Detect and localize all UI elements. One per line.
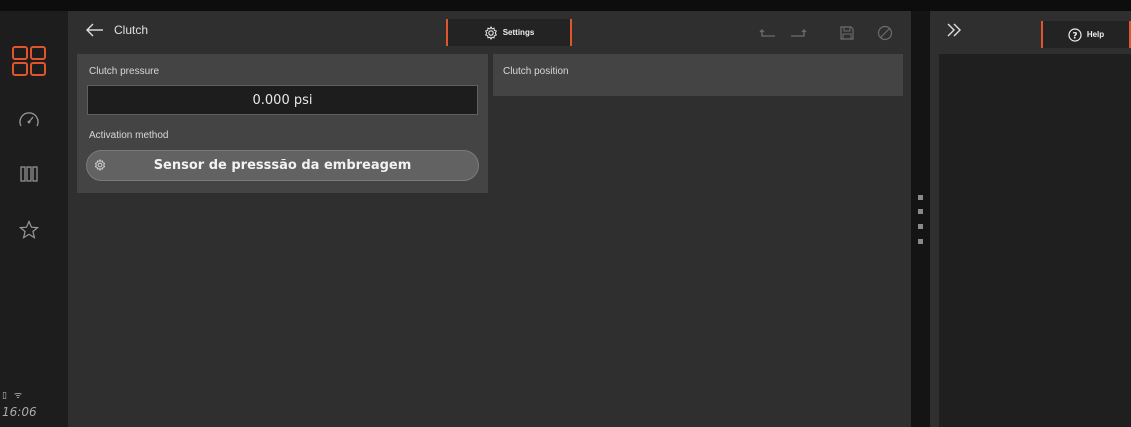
- svg-text:?: ?: [1072, 31, 1077, 41]
- gauge-icon: [19, 112, 39, 127]
- clutch-pressure-label: Clutch pressure: [89, 66, 160, 77]
- clutch-pressure-card: Clutch pressure 0.000 psi Activation met…: [77, 54, 488, 193]
- settings-label: Settings: [502, 28, 535, 37]
- save-icon: [840, 26, 854, 40]
- cancel-icon: [877, 25, 893, 41]
- clutch-pressure-value: 0.000 psi: [87, 85, 478, 115]
- back-button[interactable]: Clutch: [86, 23, 148, 37]
- help-content: [939, 54, 1131, 427]
- main-panel: Clutch Settings Clutch pressure 0.000 ps…: [68, 11, 911, 427]
- arrow-left-icon: [86, 23, 103, 37]
- activation-method-label: Activation method: [89, 130, 169, 141]
- home-tab-indicator: [55, 20, 68, 95]
- help-label: Help: [1086, 30, 1105, 39]
- cancel-button[interactable]: [874, 23, 896, 43]
- home-nav-button[interactable]: [0, 28, 58, 94]
- clutch-position-label: Clutch position: [503, 66, 569, 77]
- favorites-nav-button[interactable]: [0, 206, 58, 254]
- nav-rail: ▯ ᯤ 16:06: [0, 0, 68, 427]
- page-title: Clutch: [114, 23, 149, 37]
- clutch-position-card: Clutch position: [493, 54, 903, 96]
- battery-icon: ▯: [2, 391, 7, 401]
- collapse-panel-button[interactable]: [946, 23, 962, 42]
- status-area: ▯ ᯤ 16:06: [2, 388, 62, 419]
- activation-method-selector[interactable]: Sensor de presssão da embreagem: [86, 150, 479, 181]
- panel-divider[interactable]: [911, 11, 930, 427]
- activation-method-value: Sensor de presssão da embreagem: [153, 158, 412, 173]
- bars-nav-button[interactable]: [0, 150, 58, 198]
- settings-button[interactable]: Settings: [446, 19, 572, 46]
- redo-icon: [791, 29, 807, 37]
- star-icon: [19, 220, 39, 239]
- save-button[interactable]: [836, 23, 858, 43]
- gear-icon: [484, 25, 497, 40]
- clock: 16:06: [2, 405, 37, 419]
- help-button[interactable]: ? Help: [1041, 21, 1131, 48]
- wifi-icon: ᯤ: [13, 391, 23, 401]
- redo-button[interactable]: [787, 23, 809, 43]
- double-chevron-right-icon: [947, 23, 961, 37]
- dashboard-nav-button[interactable]: [0, 96, 58, 144]
- bars-icon: [20, 166, 38, 182]
- top-bar: Clutch Settings: [68, 11, 911, 53]
- help-circle-icon: ?: [1068, 27, 1082, 42]
- home-grid-icon: [12, 46, 46, 76]
- help-panel: ? Help: [930, 11, 1131, 427]
- undo-icon: [759, 29, 775, 37]
- undo-button[interactable]: [757, 23, 779, 43]
